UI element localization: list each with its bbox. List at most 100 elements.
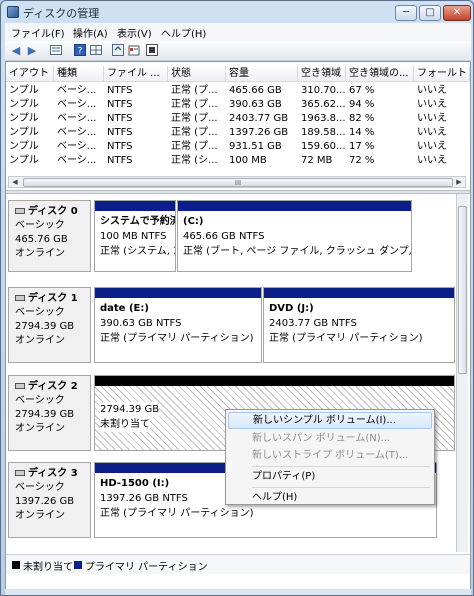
table-cell: 1397.26 GB <box>229 127 289 138</box>
table-cell: 正常 (プ... <box>171 127 218 138</box>
table-cell: いいえ <box>417 85 447 96</box>
table-cell: 正常 (シ... <box>171 155 218 166</box>
volume-list[interactable]: イアウト 種類 ファイル ... 状態 容量 空き領域 空き領域の... フォー… <box>6 62 470 190</box>
menu-item-new-striped-volume[interactable]: 新しいストライプ ボリューム(T)... <box>228 447 432 464</box>
table-cell: ベーシ... <box>57 85 97 96</box>
table-cell: 94 % <box>349 99 375 110</box>
table-cell: NTFS <box>107 85 133 96</box>
partition-status: 正常 (プライマリ パーティション) <box>100 508 254 519</box>
vertical-scrollbar[interactable] <box>456 194 468 552</box>
minimize-button[interactable]: ─ <box>395 5 417 21</box>
column-header-layout[interactable]: イアウト <box>6 66 54 82</box>
table-cell: ベーシ... <box>57 127 97 138</box>
primary-partition-bar <box>178 201 411 211</box>
menu-item-help[interactable]: ヘルプ(H) <box>228 489 432 506</box>
menu-item-new-simple-volume[interactable]: 新しいシンプル ボリューム(I)... <box>228 412 432 429</box>
svg-text:?: ? <box>78 47 83 57</box>
context-menu: 新しいシンプル ボリューム(I)... 新しいスパン ボリューム(N)... 新… <box>225 409 435 505</box>
partition-name: DVD (J:) <box>269 303 314 314</box>
menu-separator <box>252 466 430 467</box>
back-arrow-icon[interactable]: ◀ <box>9 44 23 58</box>
table-row[interactable]: ンプル ベーシ... NTFS 正常 (プ... 2403.77 GB 1963.8...… <box>6 112 470 126</box>
table-cell: 67 % <box>349 85 375 96</box>
help-icon[interactable]: ? <box>73 44 87 58</box>
disk-3-size: 1397.26 GB <box>15 496 75 507</box>
disk-0-label[interactable]: ディスク 0 ベーシック 465.76 GB オンライン <box>8 200 91 272</box>
disk-1-name: ディスク 1 <box>28 293 78 304</box>
table-cell: 1963.8... <box>301 113 346 124</box>
settings-icon[interactable] <box>145 44 159 58</box>
maximize-button[interactable]: □ <box>419 5 441 21</box>
legend-unallocated-label: 未割り当て <box>23 562 73 573</box>
partition-c[interactable]: (C:) 465.66 GB NTFS 正常 (ブート, ページ ファイル, ク… <box>177 200 412 272</box>
menu-view[interactable]: 表示(V) <box>117 25 152 40</box>
properties-icon[interactable] <box>127 44 141 58</box>
close-button[interactable]: ✕ <box>443 5 471 21</box>
table-cell: 正常 (プ... <box>171 99 218 110</box>
scroll-left-icon[interactable]: ◀ <box>9 177 21 187</box>
table-cell: NTFS <box>107 127 133 138</box>
partition-e[interactable]: date (E:) 390.63 GB NTFS 正常 (プライマリ パーティシ… <box>94 287 262 363</box>
disk-3-type: ベーシック <box>15 482 65 493</box>
table-cell: 159.60... <box>301 141 346 152</box>
primary-partition-bar <box>95 201 175 211</box>
legend-primary-swatch <box>74 561 82 569</box>
menu-action[interactable]: 操作(A) <box>73 25 108 40</box>
table-cell: いいえ <box>417 99 447 110</box>
table-cell: NTFS <box>107 141 133 152</box>
volume-list-header: イアウト 種類 ファイル ... 状態 容量 空き領域 空き領域の... フォー… <box>6 66 470 82</box>
menu-file[interactable]: ファイル(F) <box>11 25 65 40</box>
disk-0-size: 465.76 GB <box>15 234 68 245</box>
column-header-type[interactable]: 種類 <box>54 66 104 82</box>
menu-item-properties[interactable]: プロパティ(P) <box>228 468 432 485</box>
column-header-fault-tolerance[interactable]: フォールト <box>414 66 470 82</box>
refresh-icon[interactable] <box>111 44 125 58</box>
table-row[interactable]: ンプル ベーシ... NTFS 正常 (プ... 931.51 GB 159.60... 1… <box>6 140 470 154</box>
table-row[interactable]: ンプル ベーシ... NTFS 正常 (シ... 100 MB 72 MB 72 % いいえ <box>6 154 470 168</box>
table-cell: 2403.77 GB <box>229 113 289 124</box>
table-row[interactable]: ンプル ベーシ... NTFS 正常 (プ... 1397.26 GB 189.58...… <box>6 126 470 140</box>
table-row[interactable]: ンプル ベーシ... NTFS 正常 (プ... 465.66 GB 310.70... 6… <box>6 84 470 98</box>
primary-partition-bar <box>264 288 454 298</box>
table-cell: 390.63 GB <box>229 99 282 110</box>
column-header-capacity[interactable]: 容量 <box>226 66 298 82</box>
unallocated-size: 2794.39 GB <box>100 402 160 417</box>
partition-j[interactable]: DVD (J:) 2403.77 GB NTFS 正常 (プライマリ パーティシ… <box>263 287 455 363</box>
table-cell: ンプル <box>9 141 39 152</box>
partition-size: 100 MB NTFS <box>100 231 167 242</box>
menu-item-new-spanned-volume[interactable]: 新しいスパン ボリューム(N)... <box>228 430 432 447</box>
table-cell: 17 % <box>349 141 375 152</box>
vertical-scroll-thumb[interactable] <box>458 206 467 374</box>
disk-management-app-icon <box>7 6 19 18</box>
column-header-free-percent[interactable]: 空き領域の... <box>346 66 414 82</box>
column-header-free-space[interactable]: 空き領域 <box>298 66 346 82</box>
table-cell: NTFS <box>107 99 133 110</box>
disk-2-label[interactable]: ディスク 2 ベーシック 2794.39 GB オンライン <box>8 375 91 451</box>
partition-system-reserved[interactable]: システムで予約済 100 MB NTFS 正常 (システム, ｱ <box>94 200 176 272</box>
forward-arrow-icon[interactable]: ▶ <box>25 44 39 58</box>
table-row[interactable]: ンプル ベーシ... NTFS 正常 (プ... 390.63 GB 365.62... 9… <box>6 98 470 112</box>
disk-0-name: ディスク 0 <box>28 206 78 217</box>
column-header-filesystem[interactable]: ファイル ... <box>104 66 168 82</box>
disk-1-label[interactable]: ディスク 1 ベーシック 2794.39 GB オンライン <box>8 287 91 363</box>
list-icon[interactable] <box>49 44 63 58</box>
horizontal-scroll-thumb[interactable]: III <box>23 178 453 187</box>
disk-0-type: ベーシック <box>15 220 65 231</box>
table-cell: 465.66 GB <box>229 85 282 96</box>
column-header-status[interactable]: 状態 <box>168 66 226 82</box>
table-cell: 72 MB <box>301 155 333 166</box>
scroll-right-icon[interactable]: ▶ <box>453 177 465 187</box>
horizontal-scrollbar[interactable]: ◀ III ▶ <box>8 176 466 188</box>
table-cell: いいえ <box>417 113 447 124</box>
menu-help[interactable]: ヘルプ(H) <box>161 25 206 40</box>
grid-icon[interactable] <box>89 44 103 58</box>
partition-size: 390.63 GB NTFS <box>100 318 182 329</box>
partition-status: 正常 (プライマリ パーティション) <box>100 333 254 344</box>
legend-bar: 未割り当て プライマリ パーティション <box>6 554 470 574</box>
table-cell: ベーシ... <box>57 99 97 110</box>
status-bar <box>5 589 471 595</box>
disk-3-label[interactable]: ディスク 3 ベーシック 1397.26 GB オンライン <box>8 462 91 538</box>
table-cell: 931.51 GB <box>229 141 282 152</box>
table-cell: いいえ <box>417 141 447 152</box>
table-cell: 正常 (プ... <box>171 141 218 152</box>
